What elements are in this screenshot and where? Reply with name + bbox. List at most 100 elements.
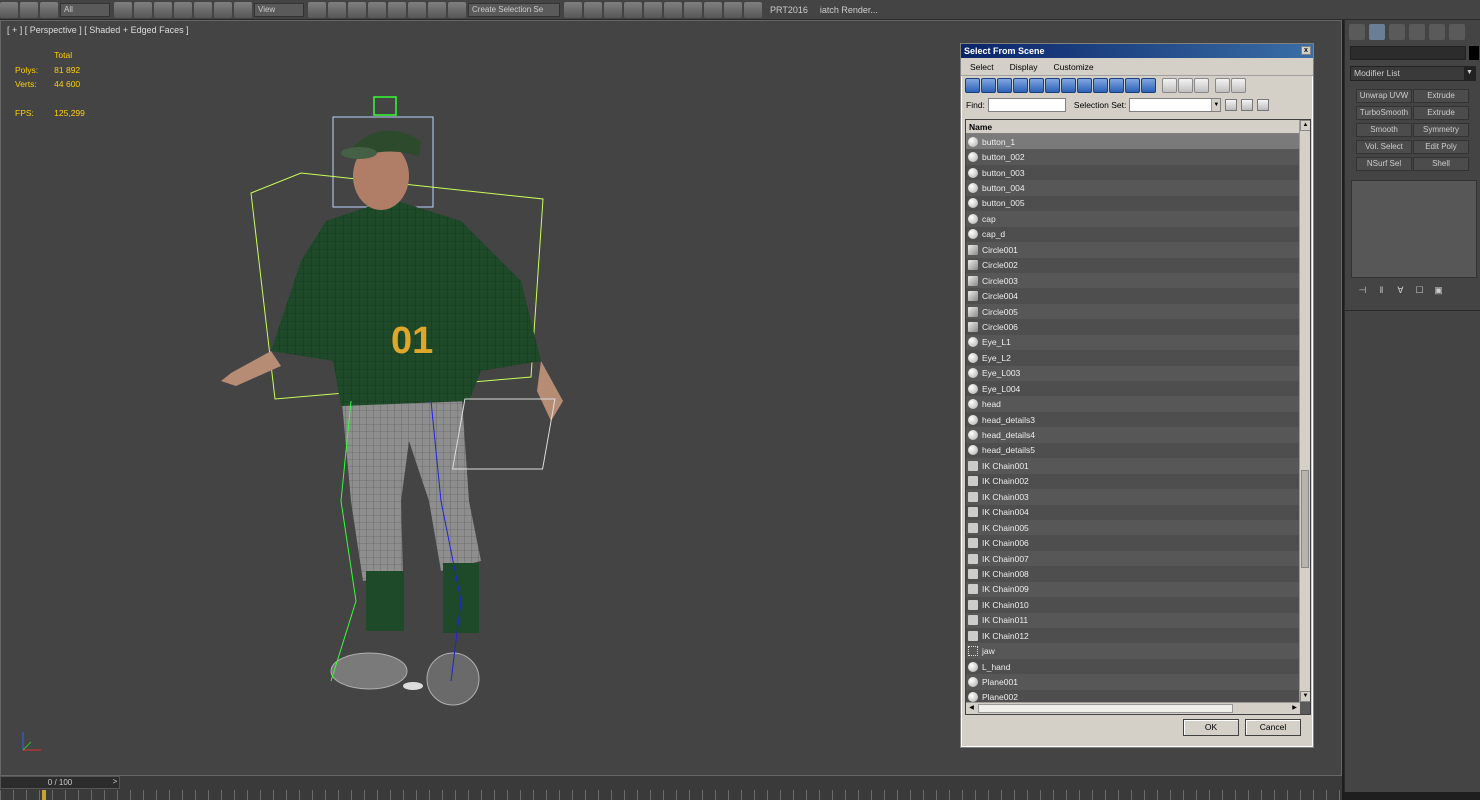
baseball-player-model[interactable]: 01 bbox=[191, 81, 651, 721]
vertical-scrollbar[interactable]: ▲ ▼ bbox=[1299, 120, 1310, 702]
layer-manager-icon[interactable] bbox=[604, 1, 622, 18]
list-item[interactable]: IK Chain006 bbox=[966, 535, 1300, 551]
move-icon[interactable] bbox=[194, 1, 212, 18]
viewport-label[interactable]: [ + ] [ Perspective ] [ Shaded + Edged F… bbox=[7, 25, 189, 35]
motion-tab-icon[interactable] bbox=[1409, 24, 1425, 40]
scroll-up-icon[interactable]: ▲ bbox=[1300, 120, 1310, 131]
selection-set-dropdown[interactable]: ▼ bbox=[1129, 98, 1222, 112]
display-shapes-icon[interactable] bbox=[981, 78, 996, 93]
menu-display[interactable]: Display bbox=[1007, 62, 1041, 72]
list-item[interactable]: Eye_L004 bbox=[966, 381, 1300, 397]
list-item[interactable]: Eye_L003 bbox=[966, 365, 1300, 381]
modifier-stack[interactable] bbox=[1351, 180, 1477, 278]
list-item[interactable]: Circle001 bbox=[966, 242, 1300, 258]
render-setup-icon[interactable] bbox=[704, 1, 722, 18]
utilities-tab-icon[interactable] bbox=[1449, 24, 1465, 40]
bind-space-warp-icon[interactable] bbox=[40, 1, 58, 18]
display-xrefs-icon[interactable] bbox=[1077, 78, 1092, 93]
scroll-thumb-horizontal[interactable] bbox=[978, 704, 1233, 713]
scroll-right-icon[interactable]: ▶ bbox=[1289, 703, 1300, 714]
align-icon[interactable] bbox=[584, 1, 602, 18]
list-item[interactable]: Circle004 bbox=[966, 288, 1300, 304]
select-manipulate-icon[interactable] bbox=[328, 1, 346, 18]
link-icon[interactable] bbox=[0, 1, 18, 18]
display-hidden-icon[interactable] bbox=[1141, 78, 1156, 93]
curve-editor-icon[interactable] bbox=[644, 1, 662, 18]
list-item[interactable]: Circle002 bbox=[966, 257, 1300, 273]
filter-icon[interactable] bbox=[1215, 78, 1230, 93]
selection-filter-dropdown[interactable]: All bbox=[60, 2, 110, 17]
rotate-icon[interactable] bbox=[214, 1, 232, 18]
prt-label[interactable]: PRT2016 bbox=[770, 5, 808, 15]
list-item[interactable]: cap bbox=[966, 211, 1300, 227]
list-item[interactable]: head_details4 bbox=[966, 427, 1300, 443]
create-selection-set-icon[interactable] bbox=[1225, 99, 1238, 111]
time-slider[interactable]: 0 / 100 bbox=[0, 776, 120, 789]
object-color-swatch[interactable] bbox=[1469, 46, 1479, 60]
scroll-thumb[interactable] bbox=[1301, 470, 1309, 568]
list-item[interactable]: button_002 bbox=[966, 149, 1300, 165]
list-item[interactable]: IK Chain005 bbox=[966, 519, 1300, 536]
modifier-list-dropdown[interactable]: Modifier List ▼ bbox=[1350, 66, 1476, 81]
list-item[interactable]: Eye_L2 bbox=[966, 350, 1300, 366]
horizontal-scrollbar[interactable]: ◀ ▶ bbox=[966, 702, 1300, 714]
list-item[interactable]: L_hand bbox=[966, 658, 1300, 675]
list-item[interactable]: IK Chain011 bbox=[966, 612, 1300, 628]
list-item[interactable]: Plane001 bbox=[966, 674, 1300, 690]
list-item[interactable]: Eye_L1 bbox=[966, 334, 1300, 351]
list-item[interactable]: IK Chain002 bbox=[966, 473, 1300, 490]
list-item[interactable]: Circle005 bbox=[966, 303, 1300, 320]
ok-button[interactable]: OK bbox=[1183, 719, 1239, 736]
list-item[interactable]: button_005 bbox=[966, 195, 1300, 212]
rendered-frame-icon[interactable] bbox=[724, 1, 742, 18]
close-icon[interactable]: x bbox=[1301, 46, 1311, 55]
list-item[interactable]: head bbox=[966, 396, 1300, 412]
select-by-name-icon[interactable] bbox=[134, 1, 152, 18]
material-editor-icon[interactable] bbox=[684, 1, 702, 18]
list-item[interactable]: button_004 bbox=[966, 180, 1300, 196]
pivot-center-icon[interactable] bbox=[308, 1, 326, 18]
track-bar[interactable] bbox=[0, 790, 1342, 800]
list-item[interactable]: button_1 bbox=[966, 134, 1300, 150]
mirror-icon[interactable] bbox=[564, 1, 582, 18]
spinner-snap-icon[interactable] bbox=[428, 1, 446, 18]
modifier-button-extrude-2[interactable]: Extrude bbox=[1413, 106, 1469, 120]
filter-options-icon[interactable] bbox=[1231, 78, 1246, 93]
list-item[interactable]: IK Chain008 bbox=[966, 566, 1300, 582]
create-tab-icon[interactable] bbox=[1349, 24, 1365, 40]
unlink-icon[interactable] bbox=[20, 1, 38, 18]
display-containers-icon[interactable] bbox=[1109, 78, 1124, 93]
list-item[interactable]: cap_d bbox=[966, 226, 1300, 243]
scroll-left-icon[interactable]: ◀ bbox=[966, 703, 977, 714]
window-crossing-icon[interactable] bbox=[174, 1, 192, 18]
time-marker[interactable] bbox=[42, 790, 46, 800]
modify-tab-icon[interactable] bbox=[1369, 24, 1385, 40]
graphite-ribbon-icon[interactable] bbox=[624, 1, 642, 18]
display-tab-icon[interactable] bbox=[1429, 24, 1445, 40]
modifier-button-smooth[interactable]: Smooth bbox=[1356, 123, 1412, 137]
object-name-field[interactable] bbox=[1350, 46, 1466, 60]
list-item[interactable]: IK Chain009 bbox=[966, 581, 1300, 598]
display-bones-icon[interactable] bbox=[1093, 78, 1108, 93]
keyboard-shortcut-icon[interactable] bbox=[348, 1, 366, 18]
remove-modifier-icon[interactable]: ☐ bbox=[1412, 284, 1427, 297]
dialog-title-bar[interactable]: Select From Scene x bbox=[961, 44, 1313, 58]
display-invert-icon[interactable] bbox=[1194, 78, 1209, 93]
cancel-button[interactable]: Cancel bbox=[1245, 719, 1301, 736]
select-object-icon[interactable] bbox=[114, 1, 132, 18]
schematic-view-icon[interactable] bbox=[664, 1, 682, 18]
hierarchy-tab-icon[interactable] bbox=[1389, 24, 1405, 40]
list-item[interactable]: IK Chain004 bbox=[966, 504, 1300, 520]
menu-select[interactable]: Select bbox=[967, 62, 997, 72]
modifier-button-edit-poly[interactable]: Edit Poly bbox=[1413, 140, 1469, 154]
modifier-button-turbosmooth[interactable]: TurboSmooth bbox=[1356, 106, 1412, 120]
scale-icon[interactable] bbox=[234, 1, 252, 18]
batch-render-button[interactable]: iatch Render... bbox=[820, 5, 878, 15]
named-selection-set-dropdown[interactable]: Create Selection Se bbox=[468, 2, 560, 17]
show-end-result-icon[interactable]: ‖ bbox=[1374, 284, 1389, 297]
list-item[interactable]: IK Chain012 bbox=[966, 628, 1300, 644]
display-groups-icon[interactable] bbox=[1061, 78, 1076, 93]
percent-snap-icon[interactable] bbox=[408, 1, 426, 18]
display-all-icon[interactable] bbox=[1162, 78, 1177, 93]
list-item[interactable]: IK Chain003 bbox=[966, 489, 1300, 505]
